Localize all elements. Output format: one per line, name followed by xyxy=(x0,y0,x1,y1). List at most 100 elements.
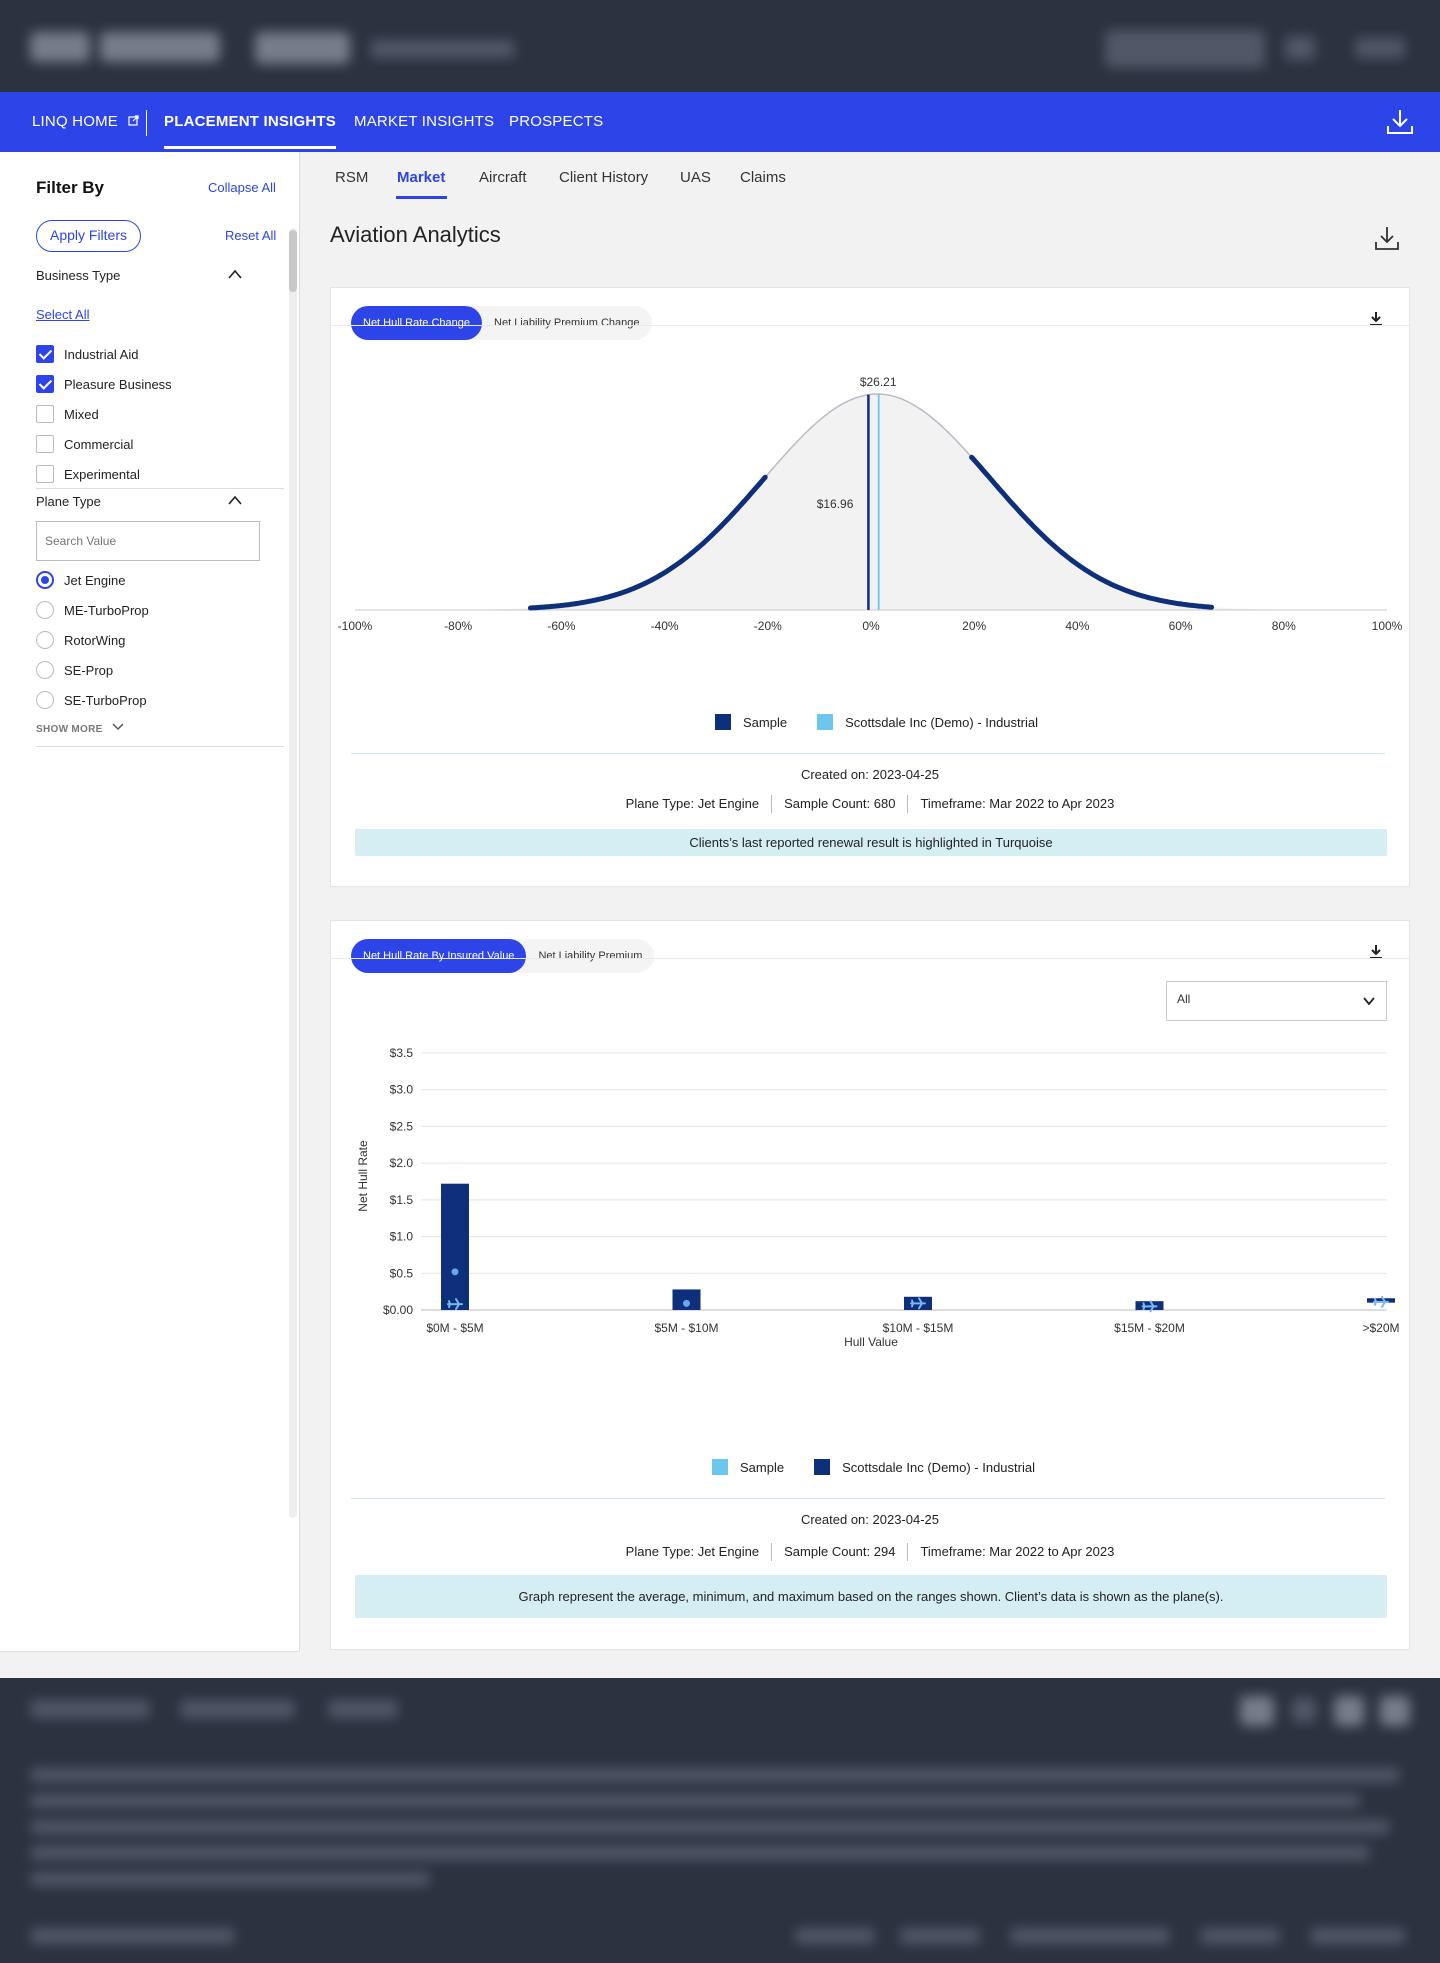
footer-link[interactable] xyxy=(30,1700,150,1718)
checkbox-mixed[interactable]: Mixed xyxy=(36,404,99,424)
filter-title: Filter By xyxy=(36,178,105,197)
plane-type-search-input[interactable] xyxy=(36,521,260,561)
x-tick-label: 60% xyxy=(1169,619,1193,633)
radio-button[interactable] xyxy=(36,691,54,709)
x-tick-label: -60% xyxy=(547,619,575,633)
social-icon[interactable] xyxy=(1240,1696,1274,1726)
user-info[interactable] xyxy=(1105,30,1265,68)
radio-label: RotorWing xyxy=(64,632,126,648)
tab-rsm[interactable]: RSM xyxy=(335,169,368,186)
collapse-all-link[interactable]: Collapse All xyxy=(208,180,276,195)
radio-label: ME-TurboProp xyxy=(64,602,149,618)
footer-link[interactable] xyxy=(1310,1928,1405,1944)
checkbox[interactable] xyxy=(36,345,54,363)
y-tick-label: $3.0 xyxy=(390,1083,414,1097)
tab-aircraft[interactable]: Aircraft xyxy=(479,169,527,186)
logout-link[interactable] xyxy=(1355,38,1405,58)
x-tick-label: $10M - $15M xyxy=(883,1321,954,1335)
social-icon[interactable] xyxy=(1334,1696,1364,1726)
business-type-label: Business Type xyxy=(36,268,121,283)
chart-note: Clients’s last reported renewal result i… xyxy=(355,829,1387,856)
x-tick-label: -40% xyxy=(651,619,679,633)
checkbox[interactable] xyxy=(36,465,54,483)
legend-swatch-sample xyxy=(712,1459,728,1475)
hull-value-dropdown[interactable]: All xyxy=(1166,981,1387,1021)
notification-icon[interactable] xyxy=(1285,36,1315,60)
reset-all-link[interactable]: Reset All xyxy=(225,228,276,243)
radio-rotorwing[interactable]: RotorWing xyxy=(36,630,125,650)
footer-link[interactable] xyxy=(328,1700,398,1718)
nav-prospects[interactable]: PROSPECTS xyxy=(509,92,603,152)
y-tick-label: $0.00 xyxy=(383,1303,413,1317)
sidebar-scrollbar[interactable] xyxy=(289,228,297,1518)
checkbox-commercial[interactable]: Commercial xyxy=(36,434,133,454)
checkbox-experimental[interactable]: Experimental xyxy=(36,464,140,484)
footer xyxy=(0,1678,1440,1963)
radio-label: Jet Engine xyxy=(64,572,126,588)
tab-claims[interactable]: Claims xyxy=(740,169,786,186)
radio-se-prop[interactable]: SE-Prop xyxy=(36,660,113,680)
nav-market-insights[interactable]: MARKET INSIGHTS xyxy=(354,92,494,152)
y-tick-label: $2.5 xyxy=(390,1119,414,1133)
download-icon[interactable] xyxy=(1373,224,1401,252)
social-icon[interactable] xyxy=(1292,1698,1316,1722)
checkbox[interactable] xyxy=(36,375,54,393)
chart-meta: Plane Type: Jet Engine Sample Count: 680… xyxy=(331,795,1409,813)
radio-jet-engine[interactable]: Jet Engine xyxy=(36,570,125,590)
chevron-up-icon[interactable] xyxy=(228,268,242,282)
show-more-link[interactable]: SHOW MORE xyxy=(36,722,124,735)
footer-link[interactable] xyxy=(795,1928,875,1944)
brand-wordmark xyxy=(100,32,220,62)
footer-link[interactable] xyxy=(1010,1928,1170,1944)
nav-linq-home[interactable]: LINQ HOME xyxy=(32,92,139,152)
created-date: Created on: 2023-04-25 xyxy=(800,1512,940,1527)
section-divider xyxy=(36,746,284,747)
card-header-divider xyxy=(331,958,1409,959)
y-tick-label: $0.5 xyxy=(390,1266,414,1280)
radio-se-turboprop[interactable]: SE-TurboProp xyxy=(36,690,147,710)
app-header xyxy=(0,0,1440,92)
checkbox-label: Experimental xyxy=(64,466,140,482)
apply-filters-button[interactable]: Apply Filters xyxy=(36,220,141,252)
footer-link[interactable] xyxy=(900,1928,980,1944)
hull-rate-change-card: Net Hull Rate Change Net Liability Premi… xyxy=(330,287,1410,887)
radio-button[interactable] xyxy=(36,631,54,649)
checkbox[interactable] xyxy=(36,405,54,423)
checkbox-label: Mixed xyxy=(64,406,99,422)
legend-label: Sample xyxy=(740,1459,785,1475)
footer-link[interactable] xyxy=(180,1700,295,1718)
checkbox-pleasure-business[interactable]: Pleasure Business xyxy=(36,374,172,394)
x-tick-label: 0% xyxy=(862,619,880,633)
x-tick-label: 80% xyxy=(1272,619,1296,633)
footer-copyright xyxy=(30,1928,235,1944)
show-more-label: SHOW MORE xyxy=(36,724,103,735)
pill-net-liability-premium[interactable]: Net Liability Premium xyxy=(526,939,654,973)
chevron-up-icon[interactable] xyxy=(228,494,242,508)
download-icon[interactable] xyxy=(1384,106,1416,138)
main-nav: LINQ HOME PLACEMENT INSIGHTS MARKET INSI… xyxy=(0,92,1440,152)
tab-market[interactable]: Market xyxy=(397,169,445,186)
chart-meta: Plane Type: Jet Engine Sample Count: 294… xyxy=(331,1543,1409,1561)
radio-me-turboprop[interactable]: ME-TurboProp xyxy=(36,600,149,620)
checkbox[interactable] xyxy=(36,435,54,453)
radio-label: SE-TurboProp xyxy=(64,692,147,708)
range-bar xyxy=(672,1289,701,1310)
average-dot xyxy=(451,1268,459,1276)
radio-button[interactable] xyxy=(36,661,54,679)
sidebar-scrollbar-thumb[interactable] xyxy=(289,230,297,292)
tab-client-history[interactable]: Client History xyxy=(559,169,648,186)
radio-button[interactable] xyxy=(36,571,54,589)
radio-button[interactable] xyxy=(36,601,54,619)
pill-net-hull-rate-by-insured-value[interactable]: Net Hull Rate By Insured Value xyxy=(351,939,527,973)
nav-placement-insights[interactable]: PLACEMENT INSIGHTS xyxy=(164,92,336,149)
checkbox-industrial-aid[interactable]: Industrial Aid xyxy=(36,344,138,364)
select-all-link[interactable]: Select All xyxy=(36,307,89,322)
footer-disclaimer xyxy=(30,1820,1390,1834)
average-dot xyxy=(683,1299,690,1307)
checkbox-label: Industrial Aid xyxy=(64,346,139,362)
footer-link[interactable] xyxy=(1200,1928,1280,1944)
tab-uas[interactable]: UAS xyxy=(680,169,711,186)
x-tick-label: -80% xyxy=(444,619,472,633)
meta-sample-count: Sample Count: 294 xyxy=(771,1543,907,1561)
social-icon[interactable] xyxy=(1380,1696,1410,1726)
